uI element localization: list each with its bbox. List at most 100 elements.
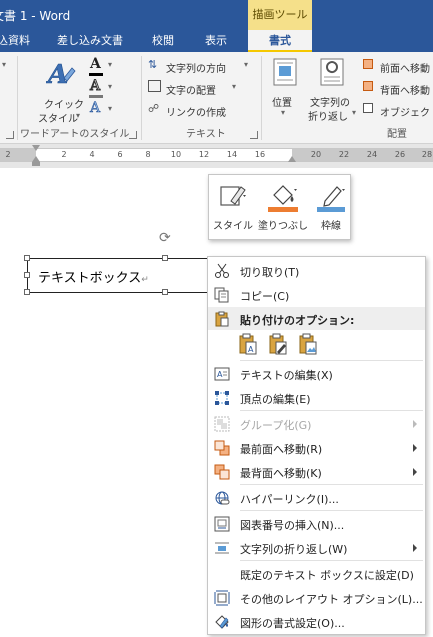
resize-handle[interactable] — [24, 289, 30, 295]
chevron-down-icon: ▾ — [232, 82, 237, 91]
menu-item-format-shape[interactable]: 図形の書式設定(O)... — [208, 610, 425, 633]
menu-item-hyperlink[interactable]: ハイパーリンク(I)... — [208, 486, 425, 509]
quick-style-label-1: クイック — [44, 100, 84, 111]
drawing-tools-header: 描画ツール — [248, 0, 312, 30]
resize-handle[interactable] — [24, 272, 30, 278]
clipboard-icon — [215, 311, 229, 327]
quick-style-label-2: スタイル — [38, 114, 78, 125]
shape-outline-button[interactable]: 枠線 — [313, 179, 349, 237]
menu-item-edit-text[interactable]: A テキストの編集(X) — [208, 362, 425, 385]
resize-handle[interactable] — [162, 255, 168, 261]
tab-view[interactable]: 表示 — [205, 30, 227, 52]
text-fill-button[interactable]: A ▾ — [88, 56, 118, 76]
selection-pane-icon — [363, 103, 373, 113]
menu-item-insert-caption[interactable]: 図表番号の挿入(N)... — [208, 512, 425, 535]
bring-to-front-icon — [214, 440, 230, 456]
menu-item-label: 既定のテキスト ボックスに設定(D) — [240, 569, 414, 582]
quick-style-button[interactable]: A クイック スタイル ▾ — [36, 56, 86, 126]
menu-item-more-layout-options[interactable]: その他のレイアウト オプション(L)... — [208, 586, 425, 609]
text-direction-button[interactable]: ⇅ 文字列の方向 ▾ — [148, 58, 253, 76]
wrap-text-button[interactable]: 文字列の 折り返し ▾ — [306, 58, 358, 123]
tab-mailings[interactable]: 差し込み文書 — [57, 30, 123, 52]
text-outline-button[interactable]: A ▾ — [88, 78, 118, 98]
ruler-track: 2 2 4 6 8 10 12 14 16 20 22 24 26 28 — [0, 148, 433, 162]
menu-item-group[interactable]: グループ化(G) — [208, 412, 425, 435]
svg-text:A: A — [46, 60, 68, 88]
text-fill-color-bar — [89, 73, 103, 76]
pen-outline-icon — [317, 186, 345, 212]
paste-options-header: 貼り付けのオプション: — [208, 307, 425, 330]
separator — [17, 56, 18, 140]
hyperlink-icon — [215, 491, 230, 505]
shape-fill-button[interactable]: 塗りつぶし — [257, 179, 309, 237]
menu-item-label: 頂点の編集(E) — [240, 393, 311, 406]
paragraph-mark: ↵ — [141, 275, 149, 285]
paste-merge-format-button[interactable] — [268, 333, 290, 355]
menu-item-label: テキストの編集(X) — [240, 369, 333, 382]
menu-separator — [240, 510, 423, 511]
title-bar: 文書 1 - Word — [0, 0, 433, 30]
paste-picture-button[interactable] — [298, 333, 320, 355]
context-menu: 切り取り(T) コピー(C) 貼り付けのオプション: A A テキストの編集(X… — [207, 256, 426, 635]
ruler-number: 2 — [5, 150, 11, 159]
text-effects-icon: A — [90, 100, 101, 117]
ruler-number: 10 — [170, 150, 182, 159]
paste-keep-source-icon: A — [239, 333, 257, 355]
selection-pane-button[interactable]: オブジェクト — [363, 102, 433, 120]
first-line-indent-marker[interactable] — [32, 145, 40, 151]
align-text-button[interactable]: 文字の配置 ▾ — [148, 80, 253, 98]
wrap-text-icon — [320, 58, 344, 86]
menu-item-label: グループ化(G) — [240, 419, 312, 432]
menu-item-copy[interactable]: コピー(C) — [208, 283, 425, 306]
create-link-label: リンクの作成 — [166, 108, 226, 119]
paint-bucket-icon — [268, 185, 298, 212]
menu-item-set-default-textbox[interactable]: 既定のテキスト ボックスに設定(D) — [208, 562, 425, 585]
text-effects-button[interactable]: A ▾ — [88, 100, 118, 120]
bring-forward-button[interactable]: 前面へ移動 — [363, 58, 433, 76]
menu-item-bring-to-front[interactable]: 最前面へ移動(R) — [208, 436, 425, 459]
tab-references[interactable]: 差込資料 — [0, 30, 30, 52]
shape-style-button[interactable]: スタイル — [213, 179, 253, 237]
resize-handle[interactable] — [162, 289, 168, 295]
menu-separator — [240, 560, 423, 561]
menu-item-wrap-text[interactable]: 文字列の折り返し(W) — [208, 536, 425, 559]
ruler-number: 24 — [366, 150, 378, 159]
bring-forward-label: 前面へ移動 — [380, 64, 430, 75]
launcher-icon[interactable] — [250, 131, 258, 139]
tab-review[interactable]: 校閲 — [152, 30, 174, 52]
left-indent-marker[interactable] — [32, 162, 40, 166]
paste-keep-source-button[interactable]: A — [238, 333, 260, 355]
launcher-icon[interactable] — [129, 131, 137, 139]
wrap-text-icon — [215, 542, 229, 554]
menu-separator — [240, 410, 423, 411]
launcher-icon[interactable] — [6, 131, 14, 139]
menu-item-edit-points[interactable]: 頂点の編集(E) — [208, 386, 425, 409]
position-button[interactable]: 位置 ▾ — [266, 58, 304, 120]
ribbon-tabs: 差込資料 差し込み文書 校閲 表示 書式 — [0, 30, 433, 52]
ruler-number: 8 — [145, 150, 151, 159]
text-outline-icon: A — [89, 78, 101, 95]
menu-item-cut[interactable]: 切り取り(T) — [208, 259, 425, 282]
ruler-number: 14 — [226, 150, 238, 159]
ruler-number: 20 — [310, 150, 322, 159]
textbox-content[interactable]: テキストボックス↵ — [38, 267, 149, 286]
svg-text:A: A — [248, 345, 254, 354]
shape-fill-label: 塗りつぶし — [257, 221, 309, 232]
resize-handle[interactable] — [24, 255, 30, 261]
create-link-button[interactable]: ☍ リンクの作成 — [148, 102, 253, 120]
submenu-arrow-icon — [413, 420, 417, 428]
menu-item-send-to-back[interactable]: 最背面へ移動(K) — [208, 460, 425, 483]
right-indent-marker[interactable] — [288, 156, 296, 162]
link-icon: ☍ — [148, 102, 160, 115]
menu-separator — [240, 360, 423, 361]
format-shape-icon — [215, 615, 229, 629]
menu-item-label: 最背面へ移動(K) — [240, 467, 322, 480]
window-title: 文書 1 - Word — [0, 9, 71, 23]
tab-format[interactable]: 書式 — [248, 30, 312, 52]
submenu-arrow-icon — [413, 468, 417, 476]
align-text-label: 文字の配置 — [166, 86, 216, 97]
send-backward-button[interactable]: 背面へ移動 — [363, 80, 433, 98]
rotate-handle-icon[interactable]: ⟳ — [159, 231, 173, 245]
chevron-down-icon: ▾ — [281, 108, 286, 117]
chevron-down-icon[interactable]: ▾ — [2, 60, 6, 69]
